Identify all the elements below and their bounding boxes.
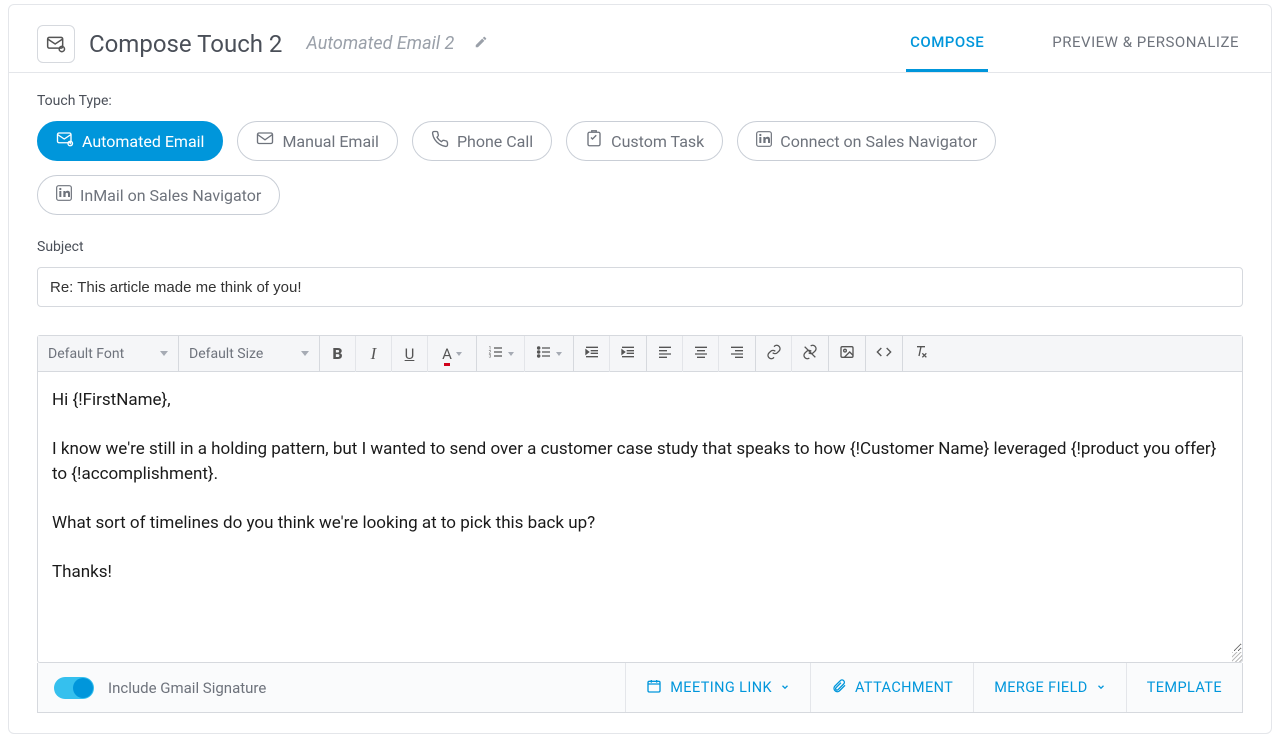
edit-name-icon[interactable] <box>474 35 488 53</box>
button-label: MEETING LINK <box>670 679 772 696</box>
touch-type-inmail-nav[interactable]: InMail on Sales Navigator <box>37 175 280 215</box>
insert-link-button[interactable] <box>756 336 792 372</box>
merge-field-button[interactable]: MERGE FIELD <box>973 663 1125 712</box>
align-right-icon <box>729 344 745 364</box>
chevron-down-icon <box>556 352 562 356</box>
link-icon <box>766 344 782 364</box>
clear-format-icon <box>913 344 929 364</box>
indent-button[interactable] <box>610 336 646 372</box>
bold-button[interactable]: B <box>320 336 356 372</box>
pill-label: Connect on Sales Navigator <box>780 132 977 151</box>
meeting-link-button[interactable]: MEETING LINK <box>625 663 810 712</box>
align-center-icon <box>693 344 709 364</box>
email-body-editor[interactable]: Hi {!FirstName}, I know we're still in a… <box>38 372 1242 652</box>
attachment-icon <box>831 678 847 698</box>
touch-type-manual-email[interactable]: Manual Email <box>237 121 398 161</box>
tabs: COMPOSE PREVIEW & PERSONALIZE <box>906 15 1243 72</box>
clear-formatting-button[interactable] <box>903 336 939 372</box>
italic-button[interactable]: I <box>356 336 392 372</box>
align-center-button[interactable] <box>683 336 719 372</box>
resize-handle-icon[interactable] <box>38 652 1242 662</box>
underline-icon: U <box>405 345 415 363</box>
compose-touch-panel: Compose Touch 2 Automated Email 2 COMPOS… <box>8 4 1272 734</box>
underline-button[interactable]: U <box>392 336 428 372</box>
panel-header: Compose Touch 2 Automated Email 2 COMPOS… <box>9 5 1271 73</box>
ordered-list-icon: 123 <box>488 344 504 364</box>
unordered-list-icon <box>536 344 552 364</box>
pill-label: InMail on Sales Navigator <box>80 186 261 205</box>
touch-type-automated-email[interactable]: Automated Email <box>37 121 223 161</box>
pill-label: Custom Task <box>611 132 704 151</box>
phone-icon <box>431 130 449 152</box>
svg-text:3: 3 <box>488 353 491 359</box>
calendar-icon <box>646 678 662 698</box>
page-subtitle: Automated Email 2 <box>306 33 454 54</box>
unlink-icon <box>802 344 818 364</box>
touch-type-label: Touch Type: <box>37 93 1243 109</box>
image-icon <box>839 344 855 364</box>
button-label: TEMPLATE <box>1147 679 1222 696</box>
email-automated-icon <box>56 130 74 152</box>
linkedin-icon <box>56 185 72 205</box>
toggle-knob-icon <box>73 678 93 698</box>
font-size-select[interactable]: Default Size <box>179 346 319 362</box>
touch-type-phone-call[interactable]: Phone Call <box>412 121 552 161</box>
bold-icon: B <box>332 344 342 363</box>
pill-label: Manual Email <box>282 132 379 151</box>
tab-preview-personalize[interactable]: PREVIEW & PERSONALIZE <box>1048 33 1243 72</box>
font-size-label: Default Size <box>189 346 263 362</box>
email-settings-icon <box>37 25 75 63</box>
email-icon <box>256 130 274 152</box>
chevron-down-icon <box>456 352 462 356</box>
font-family-label: Default Font <box>48 346 124 362</box>
editor-toolbar: Default Font Default Size B I U A <box>38 336 1242 372</box>
align-left-icon <box>657 344 673 364</box>
touch-type-options: Automated Email Manual Email Phone Call … <box>37 121 1243 215</box>
code-view-button[interactable] <box>866 336 902 372</box>
editor-footer: Include Gmail Signature MEETING LINK ATT… <box>37 663 1243 713</box>
template-button[interactable]: TEMPLATE <box>1126 663 1242 712</box>
touch-type-custom-task[interactable]: Custom Task <box>566 121 723 161</box>
unordered-list-button[interactable] <box>525 336 573 372</box>
linkedin-icon <box>756 131 772 151</box>
chevron-down-icon <box>780 679 790 696</box>
font-family-select[interactable]: Default Font <box>38 346 178 362</box>
subject-label: Subject <box>37 239 1243 255</box>
header-title-group: Compose Touch 2 Automated Email 2 <box>37 25 488 63</box>
outdent-button[interactable] <box>574 336 610 372</box>
tab-compose[interactable]: COMPOSE <box>906 33 988 72</box>
align-left-button[interactable] <box>647 336 683 372</box>
panel-body: Touch Type: Automated Email Manual Email… <box>9 73 1271 733</box>
chevron-down-icon <box>508 352 514 356</box>
italic-icon: I <box>371 344 377 364</box>
button-label: ATTACHMENT <box>855 679 953 696</box>
button-label: MERGE FIELD <box>994 679 1087 696</box>
chevron-down-icon <box>1096 679 1106 696</box>
indent-icon <box>620 344 636 364</box>
gmail-signature-toggle[interactable] <box>54 677 94 699</box>
gmail-signature-label: Include Gmail Signature <box>108 679 266 697</box>
code-icon <box>876 344 892 364</box>
text-color-icon: A <box>442 345 452 363</box>
task-icon <box>585 130 603 152</box>
text-color-button[interactable]: A <box>428 336 476 372</box>
chevron-down-icon <box>160 351 168 356</box>
unlink-button[interactable] <box>792 336 828 372</box>
chevron-down-icon <box>301 351 309 356</box>
page-title: Compose Touch 2 <box>89 30 282 58</box>
outdent-icon <box>584 344 600 364</box>
editor: Default Font Default Size B I U A <box>37 335 1243 663</box>
align-right-button[interactable] <box>719 336 755 372</box>
pill-label: Automated Email <box>82 132 204 151</box>
attachment-button[interactable]: ATTACHMENT <box>810 663 973 712</box>
subject-input[interactable] <box>37 267 1243 307</box>
touch-type-connect-nav[interactable]: Connect on Sales Navigator <box>737 121 996 161</box>
insert-image-button[interactable] <box>829 336 865 372</box>
ordered-list-button[interactable]: 123 <box>477 336 525 372</box>
pill-label: Phone Call <box>457 132 533 151</box>
